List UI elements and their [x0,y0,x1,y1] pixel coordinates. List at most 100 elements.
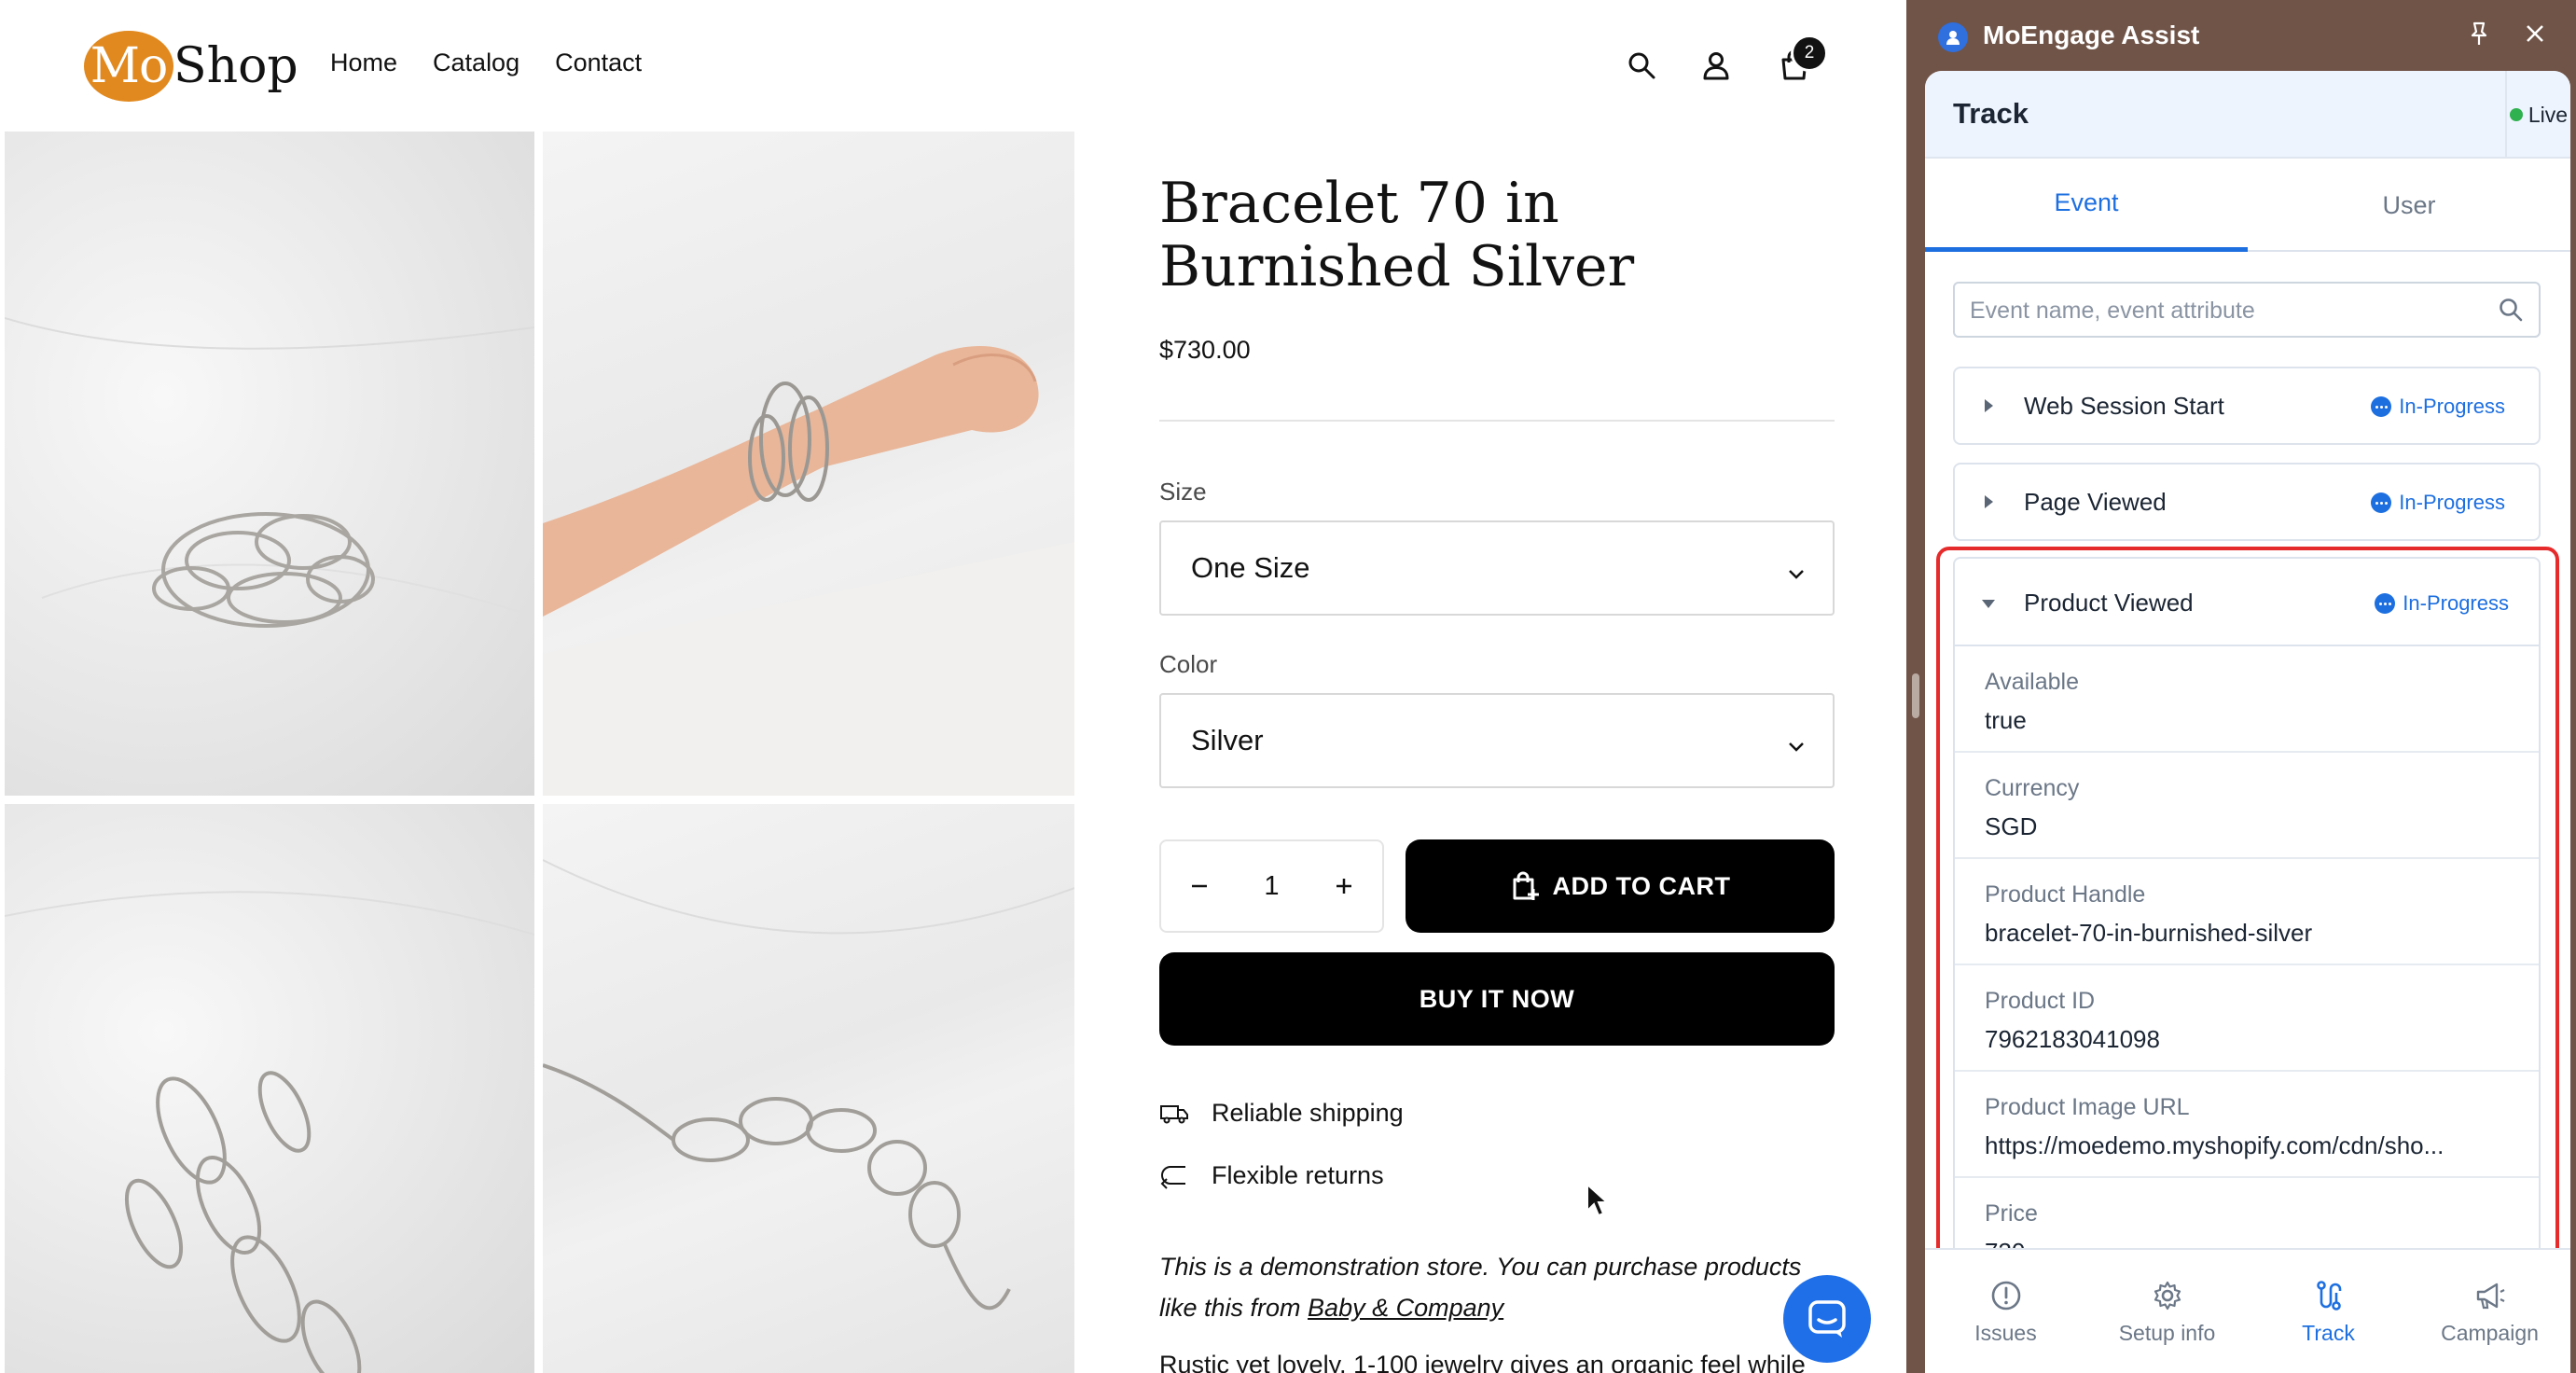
attribute-key: Price [1985,1200,2038,1227]
chat-icon [1807,1298,1848,1339]
panel-titlebar: MoEngage Assist [1906,0,2576,71]
attribute-row: Available true [1955,646,2539,753]
caret-right-icon [1979,396,1998,420]
live-label: Live [2528,102,2569,127]
event-name: Web Session Start [2024,392,2224,420]
in-progress-icon [2371,396,2392,417]
status-badge: In-Progress [2371,395,2505,419]
event-card-product-viewed: Product Viewed In-Progress Available tru… [1953,557,2541,1322]
nav-contact[interactable]: Contact [555,49,642,77]
event-user-tabs: Event User [1925,159,2570,252]
gear-icon [2154,1281,2181,1310]
close-icon[interactable] [2522,21,2548,51]
attribute-value: bracelet-70-in-burnished-silver [1985,919,2313,947]
buy-it-now-button[interactable]: BUY IT NOW [1159,952,1835,1046]
chat-launcher-button[interactable] [1783,1275,1871,1363]
status-badge: In-Progress [2375,591,2509,616]
logo-shop: Shop [173,38,298,94]
feature-returns: Flexible returns [1159,1161,1384,1190]
attribute-key: Product Handle [1985,881,2146,908]
minus-icon[interactable] [1189,876,1210,896]
nav-track-label: Track [2302,1320,2355,1345]
moengage-panel: MoEngage Assist Track Live Event User Ev… [1906,0,2576,1373]
store-page: Mo Shop Home Catalog Contact 2 Bracelet … [0,0,1906,1373]
nav-issues-label: Issues [1974,1320,2037,1345]
caret-right-icon [1979,492,1998,516]
route-icon [2316,1280,2341,1311]
nav-setup-info[interactable]: Setup info [2086,1250,2248,1373]
live-dot [2509,108,2523,121]
add-to-cart-label: ADD TO CART [1552,871,1731,900]
product-title: Bracelet 70 in Burnished Silver [1159,172,1905,298]
nav-catalog[interactable]: Catalog [433,49,519,77]
feature-shipping-label: Reliable shipping [1212,1099,1404,1127]
cart-count-badge: 2 [1791,35,1828,72]
status-label: In-Progress [2403,591,2509,615]
product-photo-2[interactable] [543,132,1074,796]
chevron-down-icon [1786,730,1807,764]
attribute-key: Product ID [1985,988,2096,1014]
nav-home[interactable]: Home [330,49,397,77]
panel-resize-handle[interactable] [1912,673,1919,718]
attribute-row: Currency SGD [1955,753,2539,859]
description-continued: Rustic yet lovely, 1-100 jewelry gives a… [1159,1351,1806,1373]
plus-icon[interactable] [1334,876,1354,896]
attribute-key: Currency [1985,775,2080,801]
event-card-page-viewed[interactable]: Page Viewed In-Progress [1953,463,2541,541]
in-progress-icon [2371,492,2392,513]
return-arrow-icon [1159,1163,1212,1189]
panel-body: Track Live Event User Web Session Start … [1925,71,2570,1373]
description-link[interactable]: Baby & Company [1308,1294,1503,1322]
attribute-value: SGD [1985,812,2038,840]
quantity-stepper: 1 [1159,839,1384,933]
account-icon[interactable] [1696,45,1737,86]
product-photo-1[interactable] [5,132,534,796]
logo-mo: Mo [84,31,173,102]
search-icon[interactable] [2498,297,2524,327]
panel-title: MoEngage Assist [1983,21,2200,49]
moengage-logo-icon [1938,22,1968,52]
alert-circle-icon [1991,1281,2020,1310]
attribute-value: 7962183041098 [1985,1025,2160,1053]
size-select[interactable]: One Size [1159,520,1835,616]
megaphone-icon [2476,1283,2504,1309]
truck-icon [1159,1103,1212,1125]
tab-user[interactable]: User [2248,159,2570,252]
attribute-value: true [1985,706,2027,734]
event-search-input[interactable] [1970,293,2473,328]
color-select[interactable]: Silver [1159,693,1835,788]
event-card-web-session-start[interactable]: Web Session Start In-Progress [1953,367,2541,445]
expanded-event-header[interactable]: Product Viewed In-Progress [1955,559,2539,646]
event-name: Page Viewed [2024,488,2167,516]
main-nav: Home Catalog Contact [330,49,677,77]
nav-campaign[interactable]: Campaign [2409,1250,2570,1373]
nav-track[interactable]: Track [2248,1250,2409,1373]
divider [1159,420,1835,422]
nav-setup-info-label: Setup info [2118,1320,2216,1345]
product-price: $730.00 [1159,336,1251,364]
track-title: Track [1953,97,2029,130]
pin-icon[interactable] [2466,21,2492,51]
quantity-value[interactable]: 1 [1264,871,1279,902]
add-to-cart-button[interactable]: ADD TO CART [1406,839,1835,933]
in-progress-icon [2375,593,2396,614]
track-header: Track Live [1925,71,2570,159]
nav-issues[interactable]: Issues [1925,1250,2086,1373]
size-label: Size [1159,478,1207,506]
search-icon[interactable] [1621,45,1662,86]
product-photo-4[interactable] [543,804,1074,1373]
product-title-line1: Bracelet 70 in [1159,171,1559,236]
status-label: In-Progress [2399,395,2505,418]
store-logo[interactable]: Mo Shop [84,31,298,102]
product-description: This is a demonstration store. You can p… [1159,1246,1840,1328]
bottom-nav: Issues Setup info Track Campaign [1925,1248,2570,1373]
feature-shipping: Reliable shipping [1159,1099,1404,1128]
feature-returns-label: Flexible returns [1212,1161,1384,1189]
store-header: Mo Shop Home Catalog Contact 2 [0,0,1906,131]
tab-event[interactable]: Event [1925,159,2248,252]
event-search [1953,282,2541,338]
event-name: Product Viewed [2024,589,2194,617]
color-select-value: Silver [1191,724,1264,756]
product-photo-3[interactable] [5,804,534,1373]
mouse-cursor-icon [1586,1182,1610,1223]
